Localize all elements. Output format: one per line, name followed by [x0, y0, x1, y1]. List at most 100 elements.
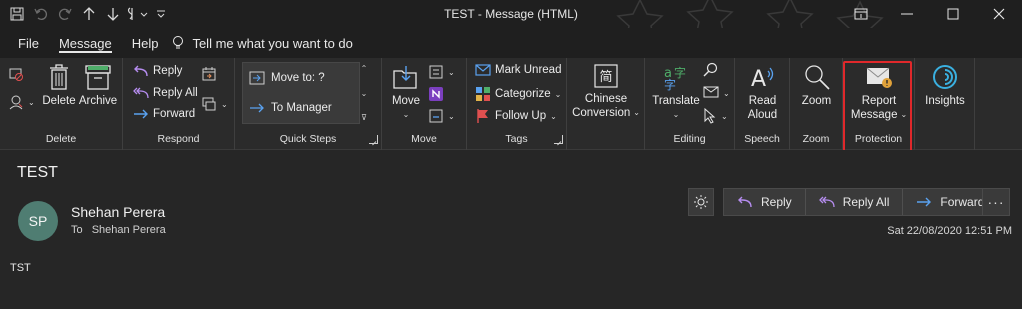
rules-button[interactable]: ⌄ — [428, 64, 455, 80]
recipient-name[interactable]: Shehan Perera — [92, 224, 166, 236]
report-message-button[interactable]: Report Message ⌄ — [847, 63, 911, 122]
follow-up-label: Follow Up — [495, 110, 547, 122]
quick-steps-gallery: Move to: ? To Manager — [242, 62, 360, 124]
onenote-icon — [429, 87, 443, 101]
quick-step-move-to[interactable]: Move to: ? — [243, 63, 359, 93]
tags-launcher-icon[interactable] — [554, 135, 563, 144]
message-subject: TEST — [17, 164, 58, 181]
light-mode-toggle[interactable] — [688, 188, 714, 216]
avatar[interactable]: SP — [18, 201, 58, 241]
reply-button[interactable]: Reply — [133, 64, 182, 78]
group-zoom: Zoom Zoom — [790, 58, 843, 150]
save-icon[interactable] — [6, 3, 28, 25]
cleanup-icon — [9, 95, 23, 110]
sender-name[interactable]: Shehan Perera — [71, 204, 165, 220]
next-item-icon[interactable] — [102, 3, 124, 25]
zoom-button[interactable]: Zoom — [794, 63, 839, 108]
forward-button[interactable]: Forward — [133, 108, 195, 120]
onenote-button[interactable] — [428, 86, 444, 102]
translate-button[interactable]: a字字 Translate ⌄ — [651, 63, 701, 122]
group-editing: a字字 Translate ⌄ ⌄ ⌄ Editing — [645, 58, 735, 150]
forward-label: Forward — [153, 108, 196, 120]
more-respond-button[interactable]: ⌄ — [201, 96, 228, 112]
rules-icon — [429, 65, 443, 79]
archive-button[interactable]: Archive — [78, 63, 118, 108]
reply-all-button[interactable]: Reply All — [133, 86, 198, 100]
report-message-icon — [866, 67, 892, 88]
ribbon: ⌄ Delete Archive Delete Reply Reply All … — [0, 58, 1022, 200]
categorize-icon — [476, 87, 490, 101]
message-reply-all-button[interactable]: Reply All — [806, 189, 904, 215]
insights-button[interactable]: Insights — [919, 63, 971, 108]
protection-qat-icon[interactable] — [126, 3, 148, 25]
group-label-delete: Delete — [45, 133, 77, 145]
gallery-expand-icon[interactable]: ⊽ — [361, 113, 367, 122]
forward-arrow-icon — [917, 197, 932, 207]
undo-icon[interactable] — [30, 3, 52, 25]
chinese-conversion-line2-wrap: Conversion ⌄ — [572, 107, 640, 119]
quick-step-to-manager[interactable]: To Manager — [243, 93, 359, 123]
forward-arrow-icon — [134, 109, 148, 119]
meeting-icon — [202, 67, 216, 81]
translate-label: Translate — [652, 95, 700, 107]
insights-label: Insights — [925, 95, 965, 107]
chinese-conversion-button[interactable]: 简 Chinese Conversion ⌄ — [571, 63, 641, 120]
maximize-icon[interactable] — [930, 0, 976, 28]
group-chinese-conversion: 简 Chinese Conversion ⌄ — [567, 58, 645, 150]
follow-up-button[interactable]: Follow Up ⌄ — [475, 108, 557, 124]
actions-icon — [429, 109, 443, 123]
message-datetime: Sat 22/08/2020 12:51 PM — [887, 225, 1012, 237]
more-actions-button[interactable]: ··· — [982, 188, 1010, 216]
cleanup-button[interactable]: ⌄ — [8, 94, 35, 110]
message-actions: Reply Reply All Forward — [723, 188, 999, 216]
customize-qat-icon[interactable] — [150, 3, 172, 25]
categorize-button[interactable]: Categorize ⌄ — [475, 86, 561, 102]
chinese-conversion-line2: Conversion — [572, 107, 631, 119]
message-pane: TEST SP Shehan Perera To Shehan Perera R… — [0, 150, 1022, 309]
group-label-zoom: Zoom — [802, 133, 830, 145]
svg-text:字: 字 — [664, 77, 676, 91]
chinese-conversion-icon: 简 — [594, 64, 618, 88]
scroll-down-icon[interactable]: ⌄ — [361, 89, 368, 98]
title-bar: TEST - Message (HTML) — [0, 0, 1022, 28]
group-label-protection: Protection — [854, 133, 903, 145]
move-to-folder-icon — [249, 71, 265, 85]
quick-steps-launcher-icon[interactable] — [369, 135, 378, 144]
scroll-up-icon[interactable]: ⌃ — [361, 64, 368, 73]
tab-help[interactable]: Help — [122, 28, 169, 58]
related-button[interactable]: ⌄ — [703, 86, 730, 100]
mark-unread-label: Mark Unread — [495, 64, 562, 76]
previous-item-icon[interactable] — [78, 3, 100, 25]
actions-button[interactable]: ⌄ — [428, 108, 455, 124]
message-body: TST — [10, 262, 31, 274]
quick-steps-scroll[interactable]: ⌃ ⌄ ⊽ — [358, 62, 370, 124]
find-button[interactable] — [703, 62, 719, 78]
group-label-tags: Tags — [505, 133, 528, 145]
delete-label: Delete — [42, 95, 76, 107]
mark-unread-button[interactable]: Mark Unread — [475, 64, 561, 76]
reply-all-icon — [818, 196, 835, 208]
select-button[interactable]: ⌄ — [703, 108, 728, 124]
read-aloud-icon: A — [751, 67, 773, 91]
ignore-icon — [9, 68, 23, 81]
lightbulb-icon — [173, 36, 184, 49]
tab-file[interactable]: File — [8, 28, 49, 58]
group-label-respond: Respond — [157, 133, 200, 145]
report-message-line2-wrap: Message ⌄ — [850, 109, 908, 121]
delete-button[interactable]: Delete — [40, 63, 78, 108]
meeting-reply-button[interactable] — [201, 66, 217, 82]
reply-all-label: Reply All — [153, 87, 198, 99]
read-aloud-line2: Aloud — [747, 109, 778, 121]
tab-message[interactable]: Message — [49, 28, 122, 58]
tell-me-box[interactable]: Tell me what you want to do — [172, 35, 353, 51]
read-aloud-button[interactable]: A Read Aloud — [739, 63, 786, 122]
close-icon[interactable] — [976, 0, 1022, 28]
message-reply-button[interactable]: Reply — [724, 189, 806, 215]
report-message-line2: Message — [850, 109, 898, 121]
move-button[interactable]: Move ⌄ — [388, 63, 424, 122]
ribbon-display-options-icon[interactable] — [838, 0, 884, 28]
minimize-icon[interactable] — [884, 0, 930, 28]
redo-icon[interactable] — [54, 3, 76, 25]
ignore-button[interactable] — [8, 66, 24, 82]
more-respond-icon — [202, 97, 216, 111]
